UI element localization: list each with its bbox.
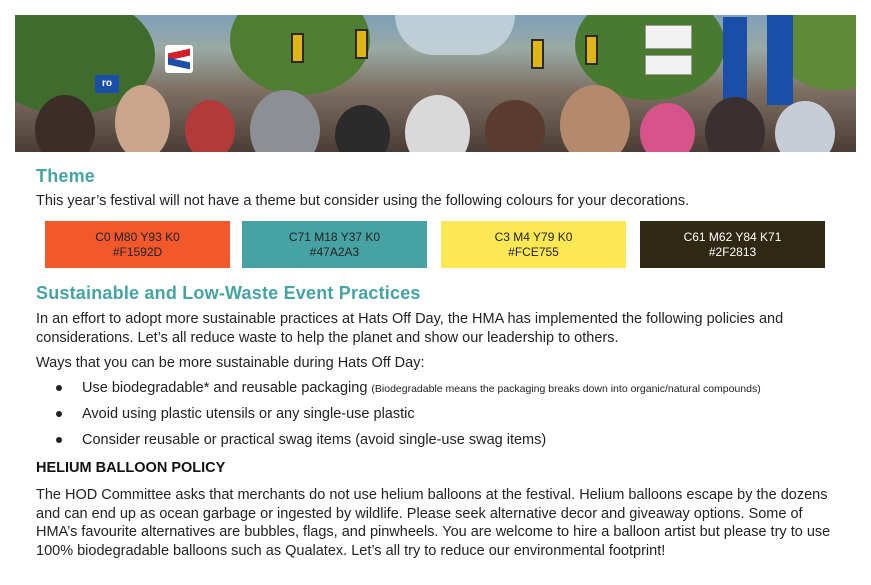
traffic-light	[291, 33, 304, 63]
crowd-figure	[640, 103, 695, 152]
swatch-cmyk: C0 M80 Y93 K0	[95, 229, 180, 244]
crowd-figure	[185, 100, 235, 152]
theme-heading: Theme	[36, 166, 96, 186]
crowd-figure	[405, 95, 470, 152]
gas-station-logo	[165, 45, 193, 73]
swatch-hex: #FCE755	[508, 244, 559, 259]
crowd-figure	[485, 100, 545, 152]
list-item: Avoid using plastic utensils or any sing…	[36, 403, 761, 429]
traffic-light	[531, 39, 544, 69]
swatch-cmyk: C71 M18 Y37 K0	[288, 229, 381, 244]
color-swatch-teal: C71 M18 Y37 K0 #47A2A3	[242, 221, 427, 268]
crowd-figure	[250, 90, 320, 152]
color-swatch-dark-brown: C61 M62 Y84 K71 #2F2813	[640, 221, 825, 268]
crowd-figure	[115, 85, 170, 152]
crowd-figure	[775, 101, 835, 152]
list-item: Use biodegradable* and reusable packagin…	[36, 377, 761, 403]
bullet-note: (Biodegradable means the packaging break…	[371, 383, 761, 395]
swatch-hex: #47A2A3	[309, 244, 360, 259]
crowd-figure	[335, 105, 390, 152]
swatch-hex: #F1592D	[112, 244, 163, 259]
color-swatch-yellow: C3 M4 Y79 K0 #FCE755	[441, 221, 626, 268]
festival-banner	[767, 15, 793, 105]
sky-patch	[395, 15, 515, 55]
crowd-figure	[705, 97, 765, 152]
street-sign	[645, 55, 692, 75]
sustain-ways-intro: Ways that you can be more sustainable du…	[36, 355, 425, 371]
sustain-paragraph: In an effort to adopt more sustainable p…	[36, 311, 784, 346]
color-swatch-orange: C0 M80 Y93 K0 #F1592D	[45, 221, 230, 268]
bullet-text: Use biodegradable* and reusable packagin…	[82, 380, 372, 396]
traffic-light	[355, 29, 368, 59]
swatch-hex: #2F2813	[708, 244, 757, 259]
list-item: Consider reusable or practical swag item…	[36, 429, 761, 455]
swatch-cmyk: C61 M62 Y84 K71	[683, 229, 782, 244]
street-sign: ro	[95, 75, 119, 93]
sign-text: ro	[102, 78, 112, 89]
hero-image: ro	[15, 15, 856, 152]
traffic-light	[585, 35, 598, 65]
theme-intro: This year’s festival will not have a the…	[36, 193, 690, 209]
bullet-text: Avoid using plastic utensils or any sing…	[82, 406, 415, 422]
helium-heading: HELIUM BALLOON POLICY	[36, 460, 226, 476]
swatch-cmyk: C3 M4 Y79 K0	[494, 229, 573, 244]
street-sign	[645, 25, 692, 49]
bullet-text: Consider reusable or practical swag item…	[82, 432, 547, 448]
helium-paragraph: The HOD Committee asks that merchants do…	[36, 487, 831, 559]
sustain-heading: Sustainable and Low-Waste Event Practice…	[36, 283, 421, 303]
sustain-bullet-list: Use biodegradable* and reusable packagin…	[36, 377, 761, 455]
